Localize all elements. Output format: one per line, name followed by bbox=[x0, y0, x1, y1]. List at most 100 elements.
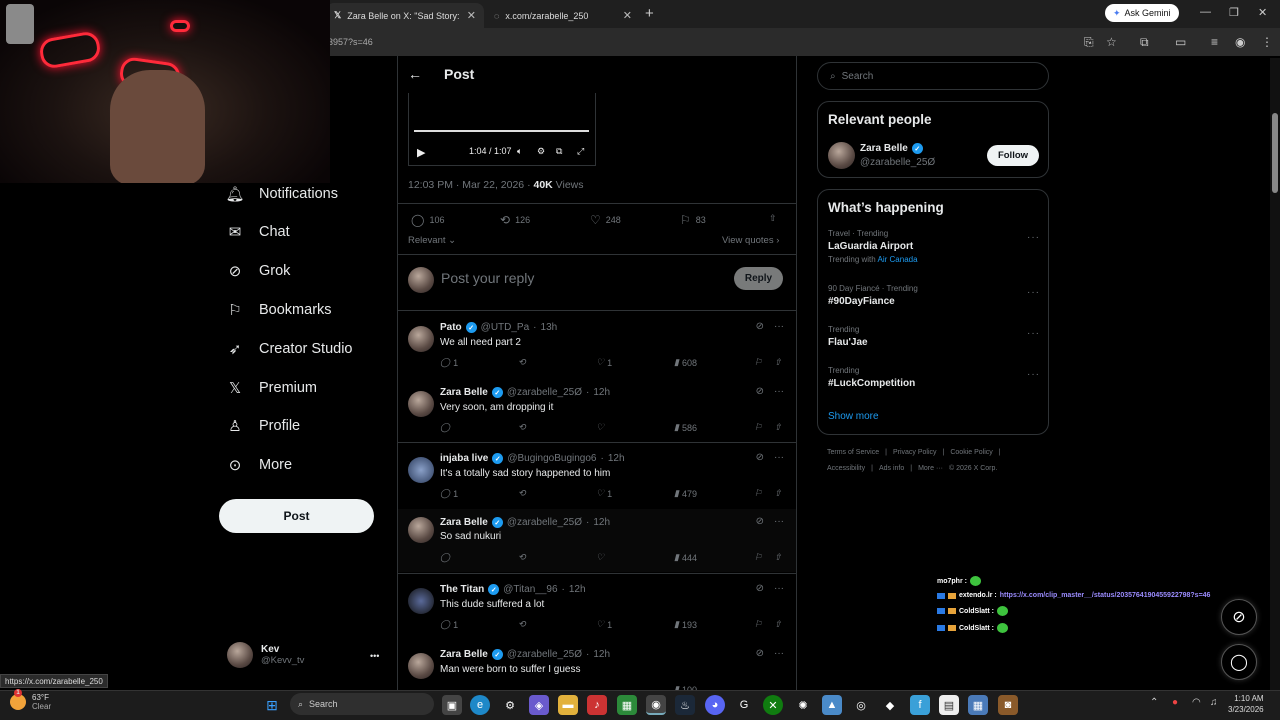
trend-item[interactable]: Trending Flau'Jae bbox=[828, 325, 868, 348]
more-icon[interactable]: ··· bbox=[1027, 287, 1040, 298]
avatar[interactable] bbox=[828, 142, 855, 169]
volume-icon[interactable]: 🔈︎ bbox=[517, 146, 522, 157]
views-action[interactable]: ▮ 586 bbox=[674, 422, 697, 433]
sidebar-item-premium[interactable]: 𝕏 Premium bbox=[226, 376, 317, 400]
sidebar-item-grok[interactable]: ⊘ Grok bbox=[226, 259, 291, 283]
reply-item[interactable]: injaba live ✓ @BugingoBugingo6 · 12h ⊘ ··· It… bbox=[398, 449, 796, 507]
extensions-icon[interactable]: ⧉ bbox=[1140, 35, 1149, 50]
repost-action[interactable]: ⟲ bbox=[518, 619, 526, 630]
restore-icon[interactable]: ❐ bbox=[1229, 6, 1239, 19]
grok-fab-button[interactable]: ⊘ bbox=[1221, 599, 1257, 635]
task-view-icon[interactable]: ▣ bbox=[442, 695, 462, 715]
share-action[interactable]: ⇧ bbox=[774, 552, 782, 563]
account-menu-icon[interactable]: ••• bbox=[370, 651, 379, 661]
trend-with-link[interactable]: Air Canada bbox=[878, 255, 918, 264]
sidebar-item-more[interactable]: ⊙ More bbox=[226, 453, 292, 477]
show-more-link[interactable]: Show more bbox=[828, 411, 879, 422]
profile-icon[interactable]: ◉ bbox=[1235, 35, 1245, 49]
windows-start-icon[interactable]: ⊞ bbox=[262, 695, 282, 715]
chat-link[interactable]: https://x.com/clip_master__/status/20357… bbox=[1000, 592, 1211, 599]
accessibility-link[interactable]: Accessibility bbox=[827, 465, 865, 472]
reply-stat[interactable]: ◯ 106 bbox=[411, 213, 444, 227]
scrollbar-thumb[interactable] bbox=[1272, 113, 1278, 193]
reply-item[interactable]: Zara Belle ✓ @zarabelle_25Ø · 12h ⊘ ··· Very … bbox=[398, 383, 796, 441]
cookie-link[interactable]: Cookie Policy bbox=[950, 449, 992, 456]
reply-author-name[interactable]: Zara Belle bbox=[440, 517, 488, 528]
reply-action[interactable]: ◯ 1 bbox=[440, 357, 458, 368]
star-icon[interactable]: ☆ bbox=[1106, 35, 1117, 49]
footer-more-link[interactable]: More ··· bbox=[918, 465, 943, 472]
app-icon[interactable]: ◎ bbox=[851, 695, 871, 715]
sidebar-item-creator-studio[interactable]: ➶ Creator Studio bbox=[226, 337, 353, 361]
trend-item[interactable]: 90 Day Fiancé · Trending #90DayFiance bbox=[828, 284, 918, 307]
settings-icon[interactable]: ⚙ bbox=[500, 695, 520, 715]
more-icon[interactable]: ··· bbox=[1027, 328, 1040, 339]
reply-author-name[interactable]: The Titan bbox=[440, 584, 484, 595]
sidebar-item-bookmarks[interactable]: ⚐ Bookmarks bbox=[226, 298, 331, 322]
sort-dropdown[interactable]: Relevant ⌄ bbox=[408, 235, 456, 246]
repost-action[interactable]: ⟲ bbox=[518, 488, 526, 499]
like-action[interactable]: ♡ 1 bbox=[596, 357, 612, 368]
reply-author-name[interactable]: Pato bbox=[440, 322, 462, 333]
share-action[interactable]: ⇧ bbox=[774, 619, 782, 630]
views-action[interactable]: ▮ 608 bbox=[674, 357, 697, 368]
bookmark-action[interactable]: ⚐ bbox=[754, 488, 762, 499]
grok-icon[interactable]: ⊘ bbox=[756, 386, 764, 397]
fullscreen-icon[interactable]: ⤢ bbox=[577, 146, 584, 157]
weather-widget[interactable]: 1 63°F Clear bbox=[10, 689, 51, 711]
music-app-icon[interactable]: ♪ bbox=[587, 695, 607, 715]
repost-action[interactable]: ⟲ bbox=[518, 357, 526, 368]
file-explorer-icon[interactable]: ▬ bbox=[558, 695, 578, 715]
app-icon[interactable]: ✺ bbox=[793, 695, 813, 715]
install-app-icon[interactable]: ⎘ bbox=[1084, 35, 1094, 50]
more-icon[interactable]: ··· bbox=[774, 321, 784, 332]
xbox-icon[interactable]: ✕ bbox=[763, 695, 783, 715]
bookmark-action[interactable]: ⚐ bbox=[754, 619, 762, 630]
split-view-icon[interactable]: ▭ bbox=[1175, 35, 1186, 49]
close-tab-icon[interactable]: ✕ bbox=[623, 9, 632, 22]
search-input[interactable]: ⌕ Search bbox=[817, 62, 1049, 90]
terms-link[interactable]: Terms of Service bbox=[827, 449, 879, 456]
notepad-icon[interactable]: ▤ bbox=[939, 695, 959, 715]
app-icon[interactable]: ◙ bbox=[998, 695, 1018, 715]
edge-icon[interactable]: e bbox=[470, 695, 490, 715]
photos-icon[interactable]: ▲ bbox=[822, 695, 842, 715]
grok-icon[interactable]: ⊘ bbox=[756, 516, 764, 527]
more-icon[interactable]: ··· bbox=[774, 583, 784, 594]
volume-icon[interactable]: ♫ bbox=[1210, 697, 1218, 708]
reply-item[interactable]: Pato ✓ @UTD_Pa · 13h ⊘ ··· We all need part 2… bbox=[398, 318, 796, 380]
ask-gemini-button[interactable]: ✦ Ask Gemini bbox=[1105, 4, 1179, 22]
browser-tab[interactable]: ◌ x.com/zarabelle_250 ✕ bbox=[486, 3, 640, 28]
play-icon[interactable]: ▶ bbox=[417, 146, 425, 159]
repost-action[interactable]: ⟲ bbox=[518, 552, 526, 563]
back-arrow-icon[interactable]: ← bbox=[408, 66, 422, 82]
scrollbar[interactable] bbox=[1270, 58, 1280, 690]
reply-item[interactable]: Zara Belle ✓ @zarabelle_25Ø · 12h ⊘ ··· Man w… bbox=[398, 645, 796, 690]
reply-action[interactable]: ◯ bbox=[440, 552, 450, 563]
ads-info-link[interactable]: Ads info bbox=[879, 465, 904, 472]
wifi-icon[interactable]: ◠ bbox=[1192, 697, 1201, 708]
like-stat[interactable]: ♡ 248 bbox=[590, 213, 621, 227]
reading-list-icon[interactable]: ≡ bbox=[1211, 35, 1218, 49]
discord-icon[interactable]: ◕ bbox=[705, 695, 725, 715]
grok-icon[interactable]: ⊘ bbox=[756, 648, 764, 659]
taskbar-search[interactable]: ⌕ Search bbox=[290, 693, 434, 715]
sidebar-item-profile[interactable]: ♙ Profile bbox=[226, 414, 300, 438]
repost-stat[interactable]: ⟲ 126 bbox=[500, 213, 530, 227]
share-action[interactable]: ⇧ bbox=[774, 357, 782, 368]
more-icon[interactable]: ··· bbox=[774, 648, 784, 659]
share-action[interactable]: ⇧ bbox=[774, 422, 782, 433]
reply-author-name[interactable]: Zara Belle bbox=[440, 649, 488, 660]
minimize-icon[interactable]: — bbox=[1200, 6, 1211, 18]
sheets-icon[interactable]: ▦ bbox=[617, 695, 637, 715]
views-action[interactable]: ▮ 479 bbox=[674, 488, 697, 499]
close-window-icon[interactable]: ✕ bbox=[1258, 6, 1267, 19]
grok-icon[interactable]: ⊘ bbox=[756, 583, 764, 594]
app-icon[interactable]: ▦ bbox=[968, 695, 988, 715]
reply-author-name[interactable]: Zara Belle bbox=[440, 387, 488, 398]
repost-action[interactable]: ⟲ bbox=[518, 422, 526, 433]
post-button[interactable]: Post bbox=[219, 499, 374, 533]
share-action[interactable]: ⇧ bbox=[774, 488, 782, 499]
bookmark-stat[interactable]: ⚐ 83 bbox=[680, 213, 706, 227]
more-icon[interactable]: ··· bbox=[774, 386, 784, 397]
